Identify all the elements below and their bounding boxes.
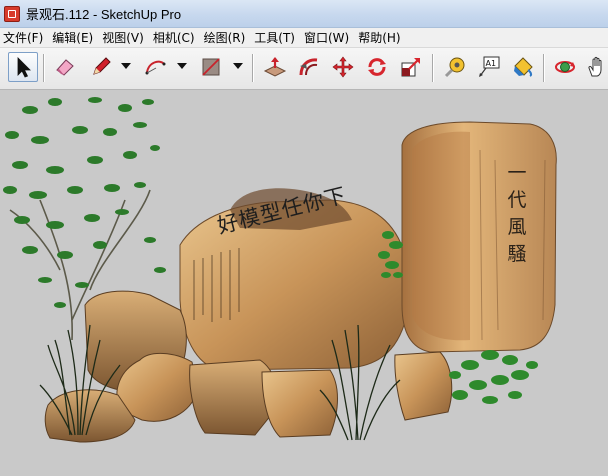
center-right-rock xyxy=(261,369,338,438)
rotate-tool-button[interactable] xyxy=(362,52,392,82)
arc-icon xyxy=(145,60,166,75)
arc-dropdown[interactable] xyxy=(176,62,188,72)
arrow-cursor-icon xyxy=(17,57,31,78)
shrub-bottom-right xyxy=(449,350,538,404)
text-label-icon: A1 xyxy=(479,56,500,77)
paint-bucket-tool-button[interactable] xyxy=(508,52,538,82)
paint-bucket-icon xyxy=(514,57,533,77)
rectangle-tool-button[interactable] xyxy=(196,52,226,82)
follow-me-tool-button[interactable] xyxy=(294,52,324,82)
scale-icon xyxy=(401,58,420,77)
pencil-dropdown[interactable] xyxy=(120,62,132,72)
landscape-stone-model xyxy=(3,97,557,443)
menu-bar: 文件(F) 编辑(E) 视图(V) 相机(C) 绘图(R) 工具(T) 窗口(W… xyxy=(0,28,608,48)
stone-inscription-text: 一代風騷 xyxy=(507,162,527,265)
push-pull-icon xyxy=(263,57,287,77)
chevron-down-icon xyxy=(177,63,187,69)
text-tool-button[interactable]: A1 xyxy=(474,52,504,82)
orbit-tool-button[interactable] xyxy=(550,52,580,82)
follow-me-icon xyxy=(299,58,318,76)
eraser-tool-button[interactable] xyxy=(50,52,80,82)
menu-draw[interactable]: 绘图(R) xyxy=(204,29,253,46)
arc-tool-button[interactable] xyxy=(140,52,170,82)
move-tool-button[interactable] xyxy=(328,52,358,82)
rectangle-dropdown[interactable] xyxy=(232,62,244,72)
chevron-down-icon xyxy=(121,63,131,69)
menu-help[interactable]: 帮助(H) xyxy=(358,29,407,46)
menu-window[interactable]: 窗口(W) xyxy=(304,29,356,46)
pencil-tool-button[interactable] xyxy=(86,52,116,82)
tape-measure-icon xyxy=(444,57,465,78)
window-title: 景观石.112 - SketchUp Pro xyxy=(26,7,182,22)
toolbar-separator xyxy=(252,54,254,82)
sketchup-app-icon xyxy=(4,5,20,22)
menu-view[interactable]: 视图(V) xyxy=(102,29,151,46)
eraser-icon xyxy=(56,59,74,76)
rectangle-icon xyxy=(202,58,220,76)
menu-tools[interactable]: 工具(T) xyxy=(254,29,302,46)
toolbar-separator xyxy=(432,54,434,82)
drawing-viewport[interactable]: 好模型任你下 一代風騷 xyxy=(0,90,608,476)
scale-tool-button[interactable] xyxy=(396,52,426,82)
select-tool-button[interactable] xyxy=(8,52,38,82)
menu-file[interactable]: 文件(F) xyxy=(3,29,50,46)
toolbar-separator xyxy=(543,54,545,82)
right-front-rock xyxy=(394,351,453,421)
text-tool-label: A1 xyxy=(486,59,497,68)
tape-measure-tool-button[interactable] xyxy=(440,52,470,82)
toolbar-separator xyxy=(43,54,45,82)
pencil-icon xyxy=(93,57,111,75)
main-toolbar: A1 xyxy=(0,48,608,90)
pan-tool-button[interactable] xyxy=(582,52,608,82)
title-bar: 景观石.112 - SketchUp Pro xyxy=(0,0,608,28)
push-pull-tool-button[interactable] xyxy=(260,52,290,82)
hand-icon xyxy=(588,56,602,77)
chevron-down-icon xyxy=(233,63,243,69)
tree-foliage xyxy=(3,97,166,308)
menu-edit[interactable]: 编辑(E) xyxy=(52,29,100,46)
menu-camera[interactable]: 相机(C) xyxy=(153,29,202,46)
move-arrows-icon xyxy=(332,56,354,78)
rotate-icon xyxy=(368,58,386,76)
orbit-icon xyxy=(555,61,575,73)
